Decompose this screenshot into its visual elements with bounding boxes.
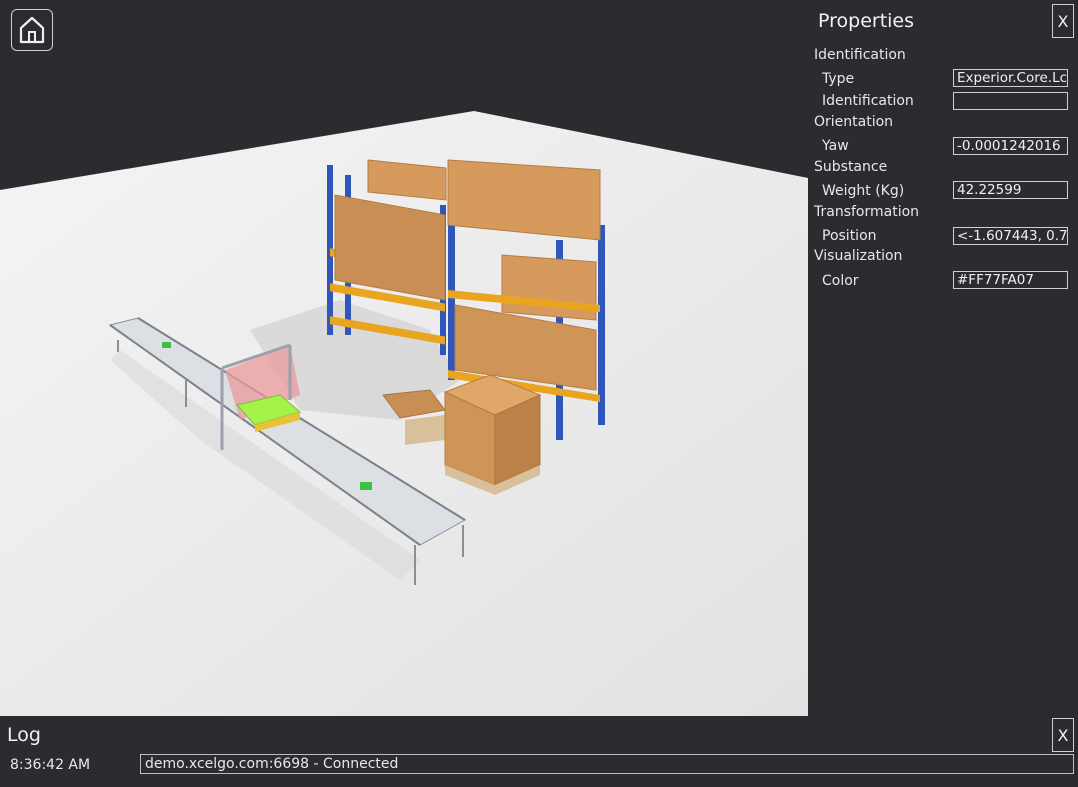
log-entry-time: 8:36:42 AM <box>10 757 91 773</box>
yaw-label: Yaw <box>822 138 849 154</box>
position-field[interactable]: <-1.607443, 0.7 <box>953 227 1068 245</box>
type-label: Type <box>822 71 855 87</box>
section-transformation: Transformation <box>814 204 920 220</box>
identification-field[interactable] <box>953 92 1068 110</box>
weight-field[interactable]: 42.22599 <box>953 181 1068 199</box>
home-button[interactable] <box>11 9 53 51</box>
conveyor-green-marker <box>162 342 171 348</box>
pallet-box[interactable] <box>443 374 542 495</box>
section-identification: Identification <box>814 47 906 63</box>
conveyor-green-marker <box>360 482 372 490</box>
section-visualization: Visualization <box>814 248 903 264</box>
type-field[interactable]: Experior.Core.Lc <box>953 69 1068 87</box>
weight-label: Weight (Kg) <box>822 183 905 199</box>
log-entry-message: demo.xcelgo.com:6698 - Connected <box>140 754 1074 774</box>
log-close-button[interactable]: X <box>1052 718 1074 752</box>
yaw-field[interactable]: -0.0001242016 <box>953 137 1068 155</box>
identification-label: Identification <box>822 93 914 109</box>
warehouse-scene[interactable] <box>0 0 808 716</box>
properties-panel: Properties X Identification Type Experio… <box>808 0 1078 716</box>
log-title: Log <box>7 724 41 746</box>
color-field[interactable]: #FF77FA07 <box>953 271 1068 289</box>
section-substance: Substance <box>814 159 888 175</box>
home-icon <box>19 16 45 44</box>
properties-title: Properties <box>818 10 915 32</box>
section-orientation: Orientation <box>814 114 894 130</box>
color-label: Color <box>822 273 859 289</box>
3d-viewport[interactable] <box>0 0 808 716</box>
log-panel: Log X 8:36:42 AM demo.xcelgo.com:6698 - … <box>0 716 1078 787</box>
position-label: Position <box>822 228 877 244</box>
properties-close-button[interactable]: X <box>1052 4 1074 38</box>
